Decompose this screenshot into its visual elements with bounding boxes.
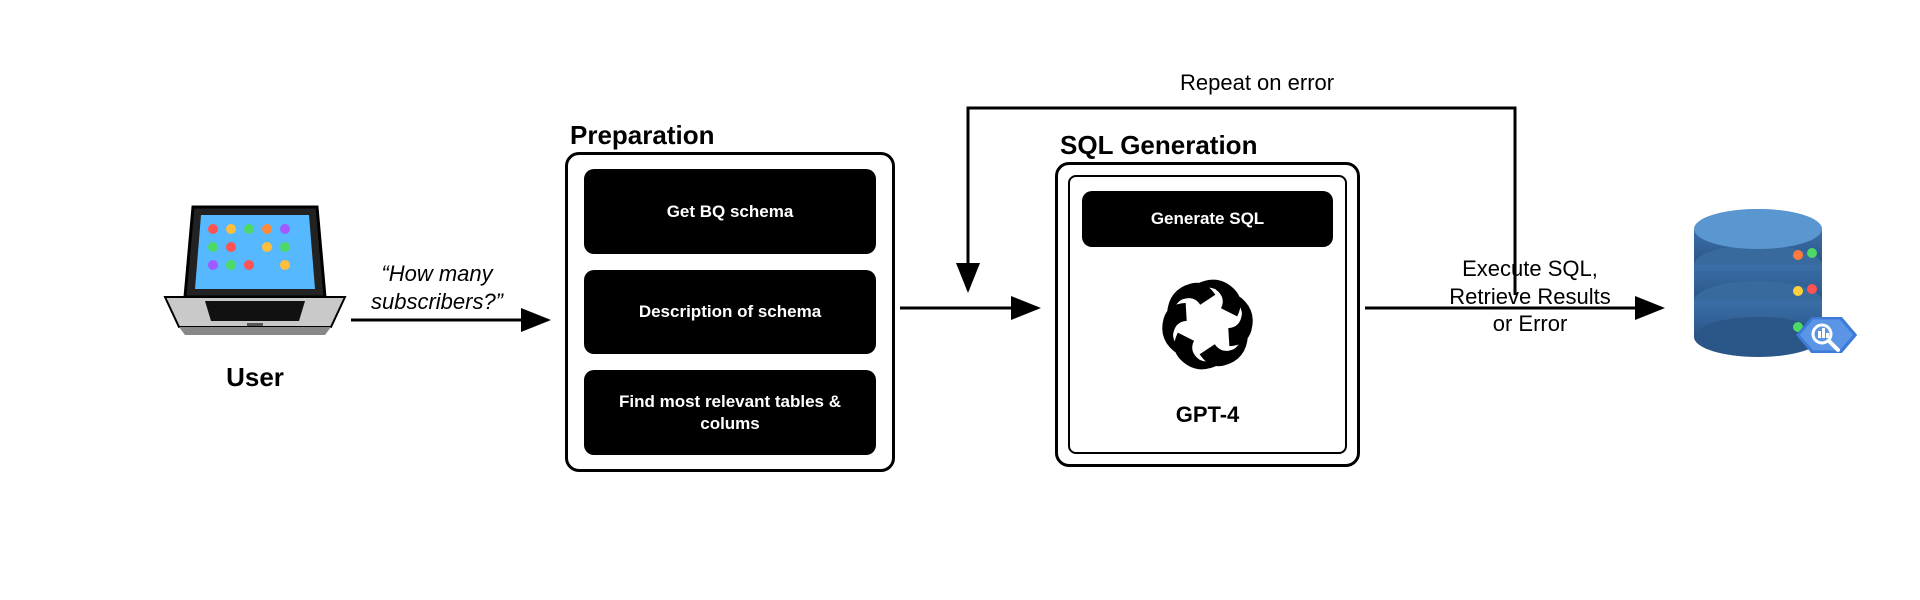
database-icon	[1678, 205, 1858, 395]
generate-sql-step: Generate SQL	[1082, 191, 1333, 247]
user-label: User	[155, 362, 355, 393]
gpt4-label: GPT-4	[1176, 402, 1240, 428]
diagram-canvas: User “How many subscribers?” Preparation…	[0, 0, 1920, 600]
database-block	[1678, 205, 1858, 400]
user-query-text: “How many subscribers?”	[332, 260, 542, 315]
openai-logo-icon	[1140, 257, 1275, 392]
repeat-on-error-label: Repeat on error	[1180, 70, 1334, 96]
preparation-box: Get BQ schema Description of schema Find…	[565, 152, 895, 472]
prep-step-get-schema: Get BQ schema	[584, 169, 876, 254]
execute-sql-label: Execute SQL,Retrieve Resultsor Error	[1400, 255, 1660, 338]
prep-step-describe-schema: Description of schema	[584, 270, 876, 355]
preparation-title: Preparation	[570, 120, 715, 151]
laptop-icon	[155, 205, 355, 345]
user-block: User	[155, 205, 355, 393]
sql-generation-inner: Generate SQL	[1068, 175, 1347, 454]
prep-step-find-tables: Find most relevant tables & colums	[584, 370, 876, 455]
sql-generation-title: SQL Generation	[1060, 130, 1257, 161]
sql-generation-box: Generate SQL	[1055, 162, 1360, 467]
